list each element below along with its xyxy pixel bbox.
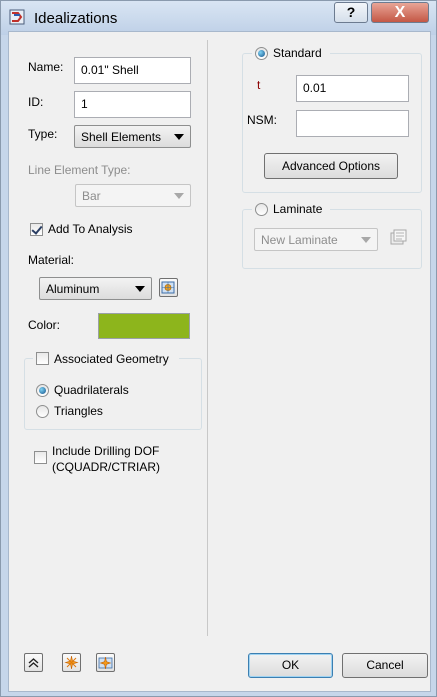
- ok-button[interactable]: OK: [248, 653, 333, 678]
- laminate-editor-button: [389, 228, 408, 247]
- nsm-field[interactable]: [296, 110, 409, 137]
- drilling-dof-label: Include Drilling DOF (CQUADR/CTRIAR): [52, 443, 160, 475]
- multi-star-burst-icon: [98, 656, 113, 670]
- help-button[interactable]: ?: [334, 2, 368, 23]
- close-button[interactable]: X: [371, 2, 429, 23]
- id-field[interactable]: 1: [74, 91, 191, 118]
- add-to-analysis-label: Add To Analysis: [48, 222, 133, 236]
- type-select[interactable]: Shell Elements: [74, 125, 191, 148]
- standard-radio[interactable]: [255, 47, 268, 60]
- laminate-radio[interactable]: [255, 203, 268, 216]
- drilling-dof-label-line1: Include Drilling DOF: [52, 444, 160, 458]
- laminate-select-value: New Laminate: [261, 233, 338, 247]
- drilling-dof-checkbox[interactable]: [34, 451, 47, 464]
- line-element-type-select: Bar: [75, 184, 191, 207]
- laminate-select: New Laminate: [254, 228, 378, 251]
- title-bar[interactable]: Idealizations ? X: [1, 1, 436, 35]
- type-label: Type:: [28, 127, 58, 141]
- name-label: Name:: [28, 60, 64, 74]
- window-title: Idealizations: [34, 10, 118, 27]
- idealizations-window: Idealizations ? X Name: 0.01" Shell ID: …: [0, 0, 437, 697]
- color-label: Color:: [28, 318, 61, 332]
- cancel-button[interactable]: Cancel: [342, 653, 428, 678]
- t-label: t: [257, 78, 261, 92]
- material-label: Material:: [28, 253, 75, 267]
- line-element-type-label: Line Element Type:: [28, 163, 131, 177]
- double-chevron-up-icon: [28, 658, 39, 668]
- type-select-value: Shell Elements: [81, 130, 162, 144]
- advanced-options-button[interactable]: Advanced Options: [264, 153, 398, 179]
- chevron-down-icon: [361, 237, 371, 243]
- collapse-button[interactable]: [24, 653, 43, 672]
- laminate-label: Laminate: [273, 202, 323, 216]
- app-icon: [9, 9, 25, 25]
- triangles-radio[interactable]: [36, 405, 49, 418]
- name-field[interactable]: 0.01" Shell: [74, 57, 191, 84]
- divider: [207, 40, 208, 636]
- color-swatch[interactable]: [98, 313, 190, 339]
- standard-label: Standard: [273, 46, 322, 60]
- chevron-down-icon: [174, 193, 184, 199]
- associated-geometry-label: Associated Geometry: [54, 352, 169, 366]
- chevron-down-icon: [135, 286, 145, 292]
- star-burst-icon: [64, 655, 79, 670]
- associated-geometry-checkbox[interactable]: [36, 352, 49, 365]
- add-to-analysis-checkbox[interactable]: [30, 223, 43, 236]
- thickness-field[interactable]: 0.01: [296, 75, 409, 102]
- drilling-dof-label-line2: (CQUADR/CTRIAR): [52, 460, 160, 474]
- material-select-value: Aluminum: [46, 282, 100, 296]
- quadrilaterals-label: Quadrilaterals: [54, 383, 129, 397]
- material-editor-button[interactable]: [159, 278, 178, 297]
- nsm-label: NSM:: [247, 113, 277, 127]
- quadrilaterals-radio[interactable]: [36, 384, 49, 397]
- new-button[interactable]: [62, 653, 81, 672]
- chevron-down-icon: [174, 134, 184, 140]
- id-label: ID:: [28, 95, 44, 109]
- new-multiple-button[interactable]: [96, 653, 115, 672]
- material-select[interactable]: Aluminum: [39, 277, 152, 300]
- dialog-body: Name: 0.01" Shell ID: 1 Type: Shell Elem…: [8, 31, 431, 692]
- material-editor-icon: [161, 281, 175, 294]
- laminate-editor-icon: [390, 229, 407, 245]
- line-element-type-value: Bar: [82, 189, 101, 203]
- triangles-label: Triangles: [54, 404, 103, 418]
